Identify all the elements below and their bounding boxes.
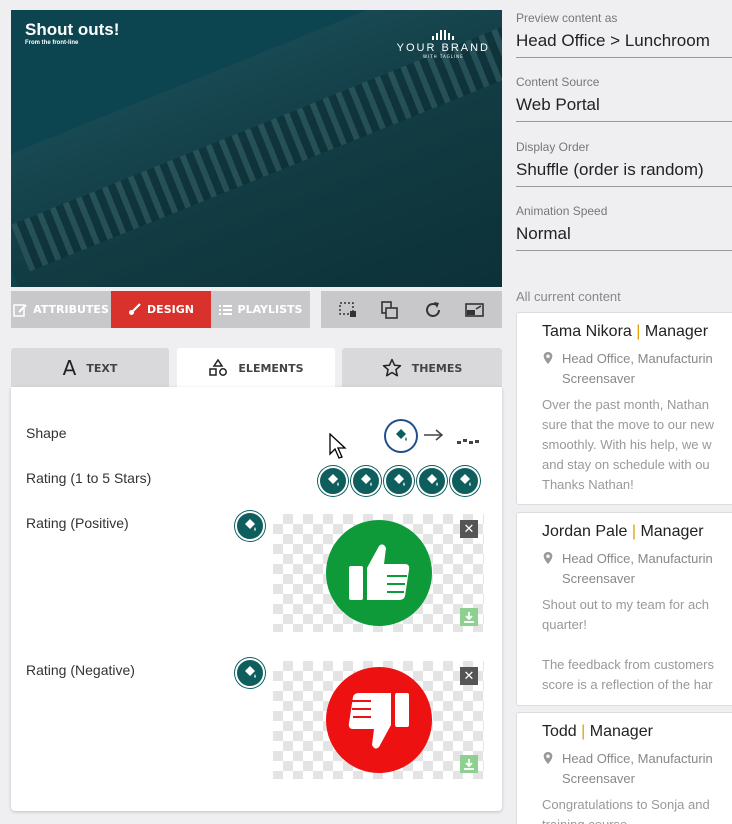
edit-icon [13, 303, 27, 317]
paint-bucket-icon [361, 474, 372, 486]
dashed-line-shape-icon[interactable] [457, 431, 479, 450]
brand-name: YOUR BRAND [396, 42, 490, 54]
content-card[interactable]: Jordan Pale | Manager Head Office, Manuf… [516, 512, 732, 706]
tab-elements[interactable]: ELEMENTS [177, 348, 335, 388]
star-1-color-button[interactable] [318, 466, 348, 496]
paint-bucket-icon [245, 519, 256, 531]
paint-bucket-icon [427, 474, 438, 486]
rating-positive-label: Rating (Positive) [26, 515, 129, 531]
rating-positive-color-button[interactable] [235, 511, 265, 541]
author-role: Manager [644, 323, 709, 340]
display-order-field[interactable]: Display Order Shuffle (order is random) [516, 140, 732, 187]
layers-icon[interactable] [379, 299, 401, 321]
content-card[interactable]: Tama Nikora | Manager Head Office, Manuf… [516, 312, 732, 505]
tab-playlists[interactable]: PLAYLISTS [211, 291, 310, 328]
brand-tagline: WITH TAGLINE [422, 54, 464, 59]
tab-attributes[interactable]: ATTRIBUTES [11, 291, 111, 328]
brush-icon [129, 303, 141, 315]
download-negative-image-button[interactable] [460, 755, 478, 773]
preview-subtitle: From the front-line [25, 40, 79, 46]
mouse-cursor-icon [329, 432, 349, 463]
content-preview: Shout outs! From the front-line YOUR BRA… [11, 10, 502, 287]
content-body: Congratulations to Sonja and training co… [542, 797, 710, 824]
location-pin-icon [543, 751, 553, 765]
text-icon: A [62, 356, 77, 380]
shape-label: Shape [26, 425, 67, 441]
arrow-shape-icon[interactable] [423, 427, 445, 446]
tab-themes[interactable]: THEMES [342, 348, 502, 388]
cast-screen-icon[interactable] [464, 299, 486, 321]
tab-text[interactable]: A TEXT [11, 348, 169, 388]
paint-bucket-icon [396, 429, 407, 441]
location-pin-icon [543, 351, 553, 365]
paint-bucket-icon [328, 474, 339, 486]
list-icon [218, 304, 232, 315]
paint-bucket-icon [394, 474, 405, 486]
download-icon [464, 759, 474, 770]
rating-negative-color-button[interactable] [235, 658, 265, 688]
display-order-select[interactable]: Shuffle (order is random) [516, 160, 732, 187]
preview-toolbar [321, 291, 502, 328]
mode-tabs: ATTRIBUTES DESIGN PLAYLISTS [11, 291, 310, 328]
animation-speed-field[interactable]: Animation Speed Normal [516, 204, 732, 251]
author-role: Manager [589, 723, 653, 740]
thumbs-up-icon [326, 520, 432, 626]
author-name: Tama Nikora [542, 323, 632, 340]
rating-negative-image[interactable]: ✕ [273, 661, 484, 779]
star-icon [382, 358, 401, 377]
refresh-icon[interactable] [422, 299, 444, 321]
paint-bucket-icon [460, 474, 471, 486]
rating-negative-label: Rating (Negative) [26, 662, 135, 678]
remove-negative-image-button[interactable]: ✕ [460, 667, 478, 685]
content-list-heading: All current content [516, 289, 621, 304]
content-location: Head Office, Manufacturin Screensaver [562, 751, 713, 786]
preview-as-select[interactable]: Head Office > Lunchroom [516, 31, 732, 58]
content-body: Over the past month, Nathan sure that th… [542, 397, 714, 492]
star-5-color-button[interactable] [450, 466, 480, 496]
star-2-color-button[interactable] [351, 466, 381, 496]
shapes-icon [209, 358, 228, 376]
download-positive-image-button[interactable] [460, 608, 478, 626]
remove-positive-image-button[interactable]: ✕ [460, 520, 478, 538]
content-card[interactable]: Todd | Manager Head Office, Manufacturin… [516, 712, 732, 824]
crop-region-icon[interactable] [337, 299, 359, 321]
thumbs-down-icon [326, 667, 432, 773]
preview-settings-sidebar: Preview content as Head Office > Lunchro… [516, 0, 732, 824]
download-icon [464, 612, 474, 623]
rating-stars-colors [318, 466, 480, 496]
location-pin-icon [543, 551, 553, 565]
design-tabs: A TEXT ELEMENTS THEMES [11, 348, 502, 388]
author-name: Jordan Pale [542, 523, 628, 540]
rating-stars-label: Rating (1 to 5 Stars) [26, 470, 152, 486]
shape-fill-color-button[interactable] [386, 421, 416, 451]
brand-logo: YOUR BRAND WITH TAGLINE [397, 30, 490, 59]
content-source-field[interactable]: Content Source Web Portal [516, 75, 732, 122]
tab-design[interactable]: DESIGN [111, 291, 211, 328]
star-3-color-button[interactable] [384, 466, 414, 496]
content-location: Head Office, Manufacturin Screensaver [562, 551, 713, 586]
rating-positive-image[interactable]: ✕ [273, 514, 484, 632]
star-4-color-button[interactable] [417, 466, 447, 496]
author-role: Manager [640, 523, 704, 540]
content-location: Head Office, Manufacturin Screensaver [562, 351, 713, 386]
content-source-select[interactable]: Web Portal [516, 95, 732, 122]
preview-as-field[interactable]: Preview content as Head Office > Lunchro… [516, 11, 732, 58]
author-name: Todd [542, 723, 577, 740]
content-body: Shout out to my team for ach quarter! Th… [542, 597, 714, 692]
paint-bucket-icon [245, 666, 256, 678]
elements-panel: Shape Rating (1 to 5 Stars) Rating (Posi… [11, 387, 502, 811]
animation-speed-select[interactable]: Normal [516, 224, 732, 251]
preview-title: Shout outs! [25, 20, 120, 39]
